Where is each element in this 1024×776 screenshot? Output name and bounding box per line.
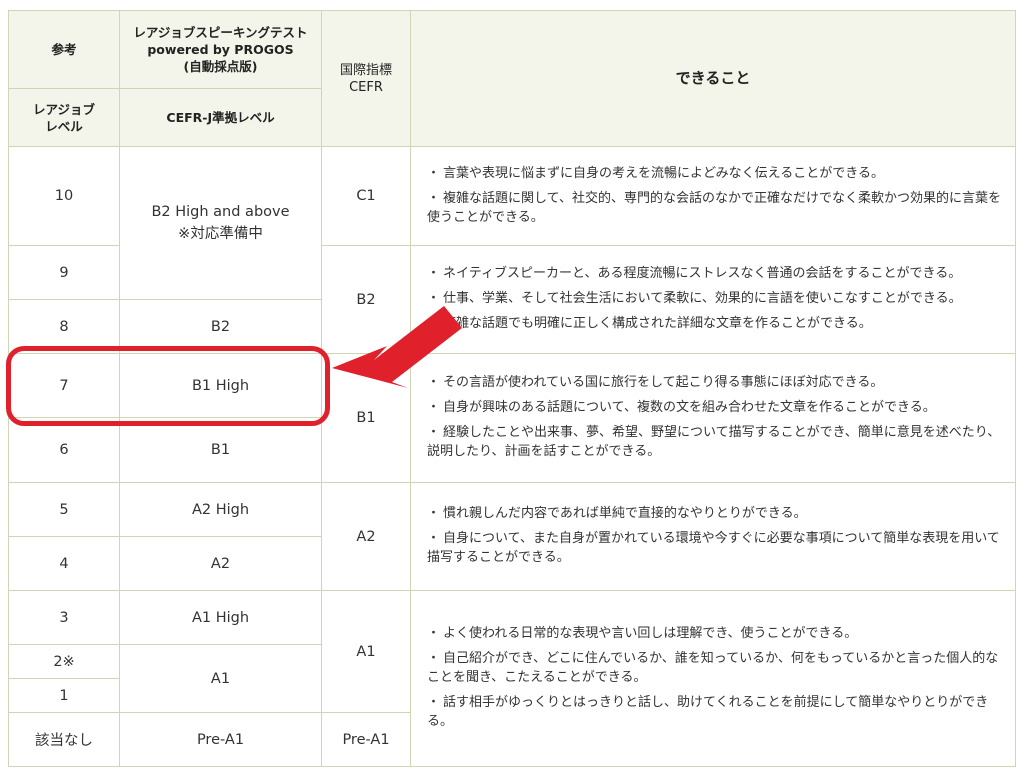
cefr-cell-pre-a1: Pre-A1 [321,712,411,767]
level-cell: 5 [8,482,120,537]
cefrj-cell-a1: A1 [119,644,322,713]
can-do-item: ・その言語が使われている国に旅行をして起こり得る事態にほぼ対応できる。 [427,375,884,390]
cefr-cell-c1: C1 [321,146,411,246]
can-do-a2: ・慣れ親しんだ内容であれば単純で直接的なやりとりができる。 ・自身について、また… [410,482,1016,591]
header-can-do: できること [410,10,1016,147]
level-cell: 10 [8,146,120,246]
level-cell: 1 [8,678,120,713]
cefr-cell-a2: A2 [321,482,411,591]
can-do-item: ・自身について、また自身が置かれている環境や今すぐに必要な事項について簡単な表現… [427,531,1000,565]
level-7-highlight-box [6,346,330,426]
level-cell: 9 [8,245,120,300]
header-cefrj-level: CEFR-J準拠レベル [119,88,322,147]
can-do-item: ・自己紹介ができ、どこに住んでいるか、誰を知っているか、何をもっているかと言った… [427,651,999,685]
can-do-item: ・経験したことや出来事、夢、希望、野望について描写することができ、簡単に意見を述… [427,425,1001,459]
can-do-item: ・自身が興味のある話題について、複数の文を組み合わせた文章を作ることができる。 [427,400,936,415]
can-do-c1: ・言葉や表現に悩まずに自身の考えを流暢によどみなく伝えることができる。 ・複雑な… [410,146,1016,246]
cefrj-cell: A1 High [119,590,322,645]
header-cefr: 国際指標 CEFR [321,10,411,147]
can-do-item: ・話す相手がゆっくりとはっきりと話し、助けてくれることを前提にして簡単なやりとり… [427,695,989,729]
cefr-cell-a1: A1 [321,590,411,713]
can-do-item: ・よく使われる日常的な表現や言い回しは理解でき、使うことができる。 [427,626,858,641]
can-do-item: ・仕事、学業、そして社会生活において柔軟に、効果的に言語を使いこなすことができる… [427,291,962,306]
can-do-a1: ・よく使われる日常的な表現や言い回しは理解でき、使うことができる。 ・自己紹介が… [410,590,1016,767]
level-cell: 該当なし [8,712,120,767]
cefrj-cell: Pre-A1 [119,712,322,767]
cefrj-cell: A2 [119,536,322,591]
cefrj-cell: A2 High [119,482,322,537]
can-do-item: ・慣れ親しんだ内容であれば単純で直接的なやりとりができる。 [427,506,807,521]
can-do-item: ・複雑な話題でも明確に正しく構成された詳細な文章を作ることができる。 [427,316,872,331]
can-do-item: ・言葉や表現に悩まずに自身の考えを流暢によどみなく伝えることができる。 [427,165,884,181]
level-cell: 6 [8,417,120,483]
can-do-b1: ・その言語が使われている国に旅行をして起こり得る事態にほぼ対応できる。 ・自身が… [410,353,1016,483]
header-test-title: レアジョブスピーキングテスト powered by PROGOS (自動採点版) [119,10,322,89]
can-do-item: ・ネイティブスピーカーと、ある程度流暢にストレスなく普通の会話をすることができる… [427,266,962,281]
header-ref: 参考 [8,10,120,89]
red-arrow-icon [332,306,462,388]
level-cell: 4 [8,536,120,591]
header-rarejob-level: レアジョブ レベル [8,88,120,147]
level-cell: 2※ [8,644,120,679]
cefrj-cell: B1 [119,417,322,483]
can-do-b2: ・ネイティブスピーカーと、ある程度流暢にストレスなく普通の会話をすることができる… [410,245,1016,354]
level-cell: 3 [8,590,120,645]
can-do-item: ・複雑な話題に関して、社交的、専門的な会話のなかで正確なだけでなく柔軟かつ効果的… [427,190,1001,225]
cefrj-cell-b2-high: B2 High and above ※対応準備中 [119,146,322,300]
